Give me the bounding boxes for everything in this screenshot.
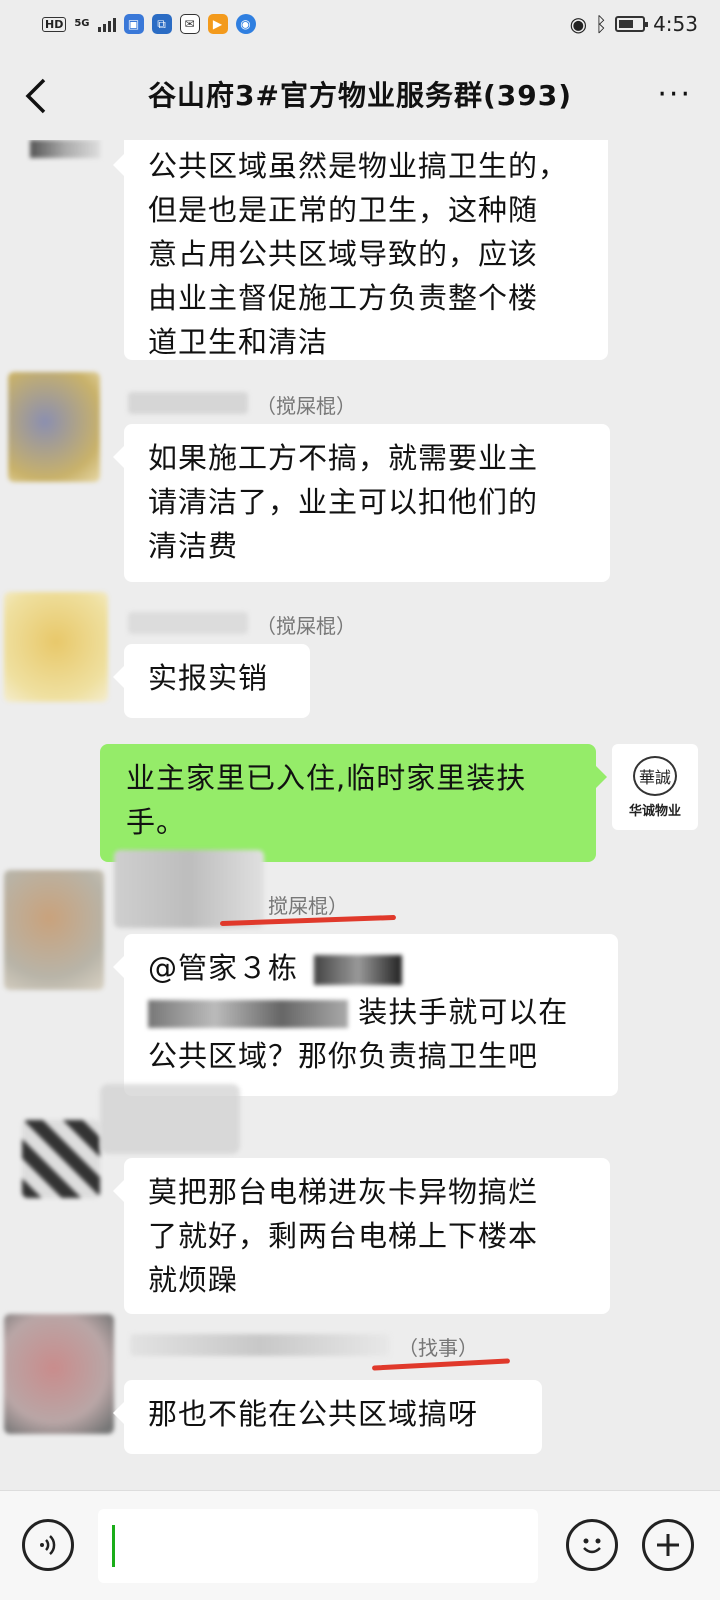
eye-icon: ◉ <box>569 12 588 36</box>
message-text: 如果施工方不搞，就需要业主 <box>148 441 539 475</box>
avatar[interactable] <box>4 592 108 702</box>
redacted-text <box>148 1000 348 1028</box>
video-app-icon: ▶ <box>207 14 228 34</box>
voice-icon[interactable] <box>22 1519 74 1571</box>
chevron-left-icon[interactable] <box>24 76 60 116</box>
sender-name-blurred <box>114 850 264 928</box>
message-bubble[interactable]: 那也不能在公共区域搞呀 <box>113 1380 542 1454</box>
message-text: 手。 <box>126 805 187 839</box>
chat-title: 谷山府3#官方物业服务群(393) <box>148 79 572 112</box>
avatar[interactable] <box>30 140 100 158</box>
input-bar <box>0 1490 720 1600</box>
mention-text: @管家３栋 <box>148 951 299 985</box>
message-text: 由业主督促施工方负责整个楼 <box>148 281 539 315</box>
self-avatar[interactable]: 華誠 华诚物业 <box>612 744 698 830</box>
clock: 4:53 <box>653 12 698 36</box>
message-text: 装扶手就可以在 <box>358 995 569 1029</box>
message-text: 但是也是正常的卫生，这种随 <box>148 193 539 227</box>
wechat-icon: ✉ <box>179 14 200 34</box>
sender-name-blurred <box>128 392 248 414</box>
hd-icon: HD <box>42 16 67 32</box>
message-bubble[interactable]: 如果施工方不搞，就需要业主 请清洁了，业主可以扣他们的 清洁费 <box>113 424 610 582</box>
message-text: 清洁费 <box>148 529 239 563</box>
sender-name: （找事） <box>398 1336 478 1360</box>
status-bar: HD 5G ▣ ⧉ ✉ ▶ ◉ ◉ ᛒ 4:53 <box>0 0 720 48</box>
network-type: 5G <box>74 18 90 29</box>
sender-name-blurred <box>130 1334 390 1356</box>
message-text: 那也不能在公共区域搞呀 <box>148 1397 479 1431</box>
app-notification-icon: ⧉ <box>151 14 172 34</box>
message-text: 公共区域？那你负责搞卫生吧 <box>148 1039 539 1073</box>
message-bubble[interactable]: 实报实销 <box>113 644 310 718</box>
chat-header: 谷山府3#官方物业服务群(393) ··· <box>0 48 720 140</box>
message-text: 了就好，剩两台电梯上下楼本 <box>148 1219 539 1253</box>
avatar[interactable] <box>4 870 104 990</box>
message-list[interactable]: 公共区域虽然是物业搞卫生的， 但是也是正常的卫生，这种随 意占用公共区域导致的，… <box>0 140 720 1490</box>
battery-icon <box>615 16 649 32</box>
message-bubble[interactable]: 莫把那台电梯进灰卡异物搞烂 了就好，剩两台电梯上下楼本 就烦躁 <box>113 1158 610 1314</box>
signal-icon <box>97 16 116 32</box>
bluetooth-icon: ᛒ <box>595 12 608 36</box>
message-text: 业主家里已入住,临时家里装扶 <box>126 761 527 795</box>
message-bubble[interactable]: 公共区域虽然是物业搞卫生的， 但是也是正常的卫生，这种随 意占用公共区域导致的，… <box>113 140 608 360</box>
message-bubble-self[interactable]: 业主家里已入住,临时家里装扶 手。 <box>100 744 607 862</box>
text-caret <box>112 1525 115 1567</box>
browser-icon: ◉ <box>235 14 256 34</box>
avatar[interactable] <box>4 1314 114 1434</box>
message-text: 莫把那台电梯进灰卡异物搞烂 <box>148 1175 539 1209</box>
message-text: 道卫生和清洁 <box>148 325 329 359</box>
sender-name-blurred <box>100 1084 240 1154</box>
sender-name: 搅屎棍） <box>268 894 348 918</box>
message-text: 意占用公共区域导致的，应该 <box>148 237 539 271</box>
app-notification-icon: ▣ <box>123 14 144 34</box>
emoji-icon[interactable] <box>566 1519 618 1571</box>
sender-name: （搅屎棍） <box>256 614 356 638</box>
company-logo: 華誠 <box>633 755 677 796</box>
message-text: 就烦躁 <box>148 1263 239 1297</box>
message-line: 装扶手就可以在 <box>148 990 596 1034</box>
message-line: @管家３栋 <box>148 946 596 990</box>
message-text: 公共区域虽然是物业搞卫生的， <box>148 149 569 183</box>
message-input[interactable] <box>98 1509 538 1583</box>
sender-name-blurred <box>128 612 248 634</box>
message-bubble[interactable]: @管家３栋 装扶手就可以在 公共区域？那你负责搞卫生吧 <box>113 934 618 1096</box>
sender-name: （搅屎棍） <box>256 394 356 418</box>
message-text: 实报实销 <box>148 661 269 695</box>
plus-icon[interactable] <box>642 1519 694 1571</box>
company-name: 华诚物业 <box>628 803 681 819</box>
redacted-text <box>314 955 403 985</box>
more-dots-icon[interactable]: ··· <box>657 80 692 110</box>
avatar[interactable] <box>22 1120 100 1198</box>
avatar[interactable] <box>8 372 100 482</box>
message-text: 请清洁了，业主可以扣他们的 <box>148 485 539 519</box>
